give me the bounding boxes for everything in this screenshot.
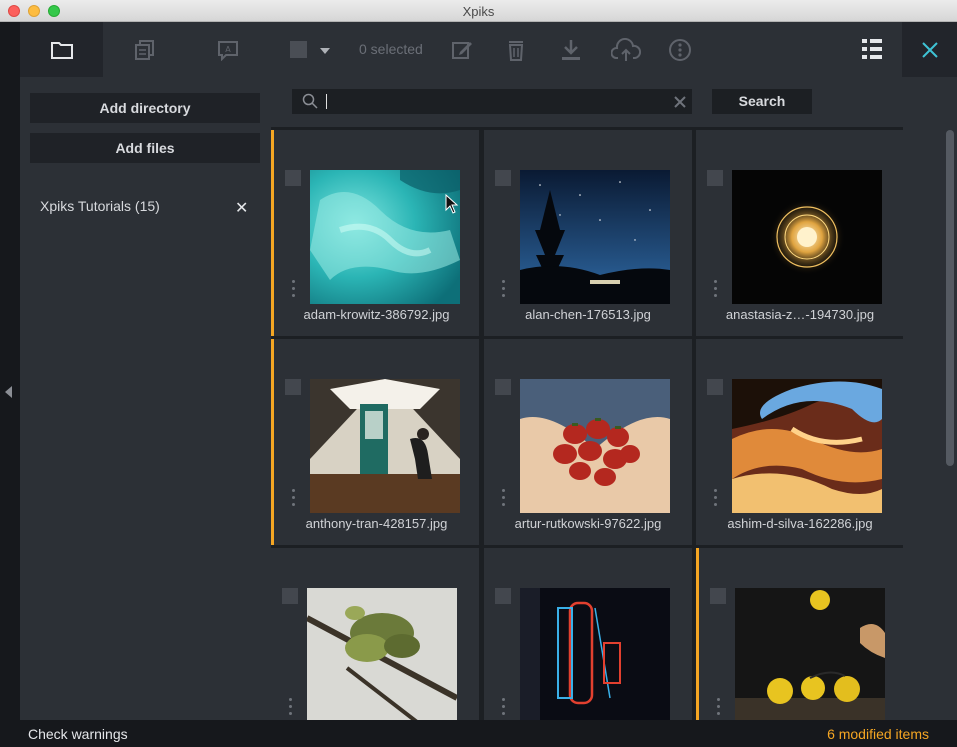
- grid-item[interactable]: [696, 548, 903, 720]
- thumbnail-image: [310, 379, 460, 513]
- thumbnail-image: [732, 379, 882, 513]
- folder-icon: [50, 41, 73, 59]
- expand-left-arrow-icon[interactable]: [5, 386, 12, 398]
- delete-button[interactable]: [504, 38, 528, 62]
- checkbox-icon: [290, 41, 330, 58]
- check-warnings-link[interactable]: Check warnings: [28, 726, 128, 742]
- item-menu-icon[interactable]: [289, 698, 293, 718]
- item-checkbox[interactable]: [282, 588, 298, 604]
- grid-item[interactable]: [271, 548, 479, 720]
- add-files-button[interactable]: Add files: [30, 133, 260, 163]
- search-icon: [302, 93, 318, 109]
- thumbnail-image: [307, 588, 457, 720]
- select-all-checkbox[interactable]: [290, 40, 330, 64]
- edit-button[interactable]: [450, 38, 474, 62]
- item-filename: adam-krowitz-386792.jpg: [303, 307, 450, 322]
- files-icon: [134, 39, 154, 60]
- item-filename: ashim-d-silva-162286.jpg: [727, 516, 873, 531]
- item-checkbox[interactable]: [707, 170, 723, 186]
- item-menu-icon[interactable]: [502, 698, 506, 718]
- mouse-cursor-icon: [445, 194, 459, 214]
- download-button[interactable]: [559, 38, 583, 62]
- text-caret: [326, 94, 327, 109]
- grid-item[interactable]: anthony-tran-428157.jpg: [271, 339, 479, 545]
- item-menu-icon[interactable]: [292, 489, 296, 509]
- item-menu-icon[interactable]: [292, 280, 296, 300]
- thumbnail-image: [735, 588, 885, 720]
- item-checkbox[interactable]: [710, 588, 726, 604]
- close-panel-button[interactable]: [921, 41, 939, 59]
- list-view-icon: [862, 39, 882, 59]
- grid-item[interactable]: ashim-d-silva-162286.jpg: [696, 339, 903, 545]
- sidebar-item-directory[interactable]: Xpiks Tutorials (15): [40, 198, 160, 214]
- grid-item[interactable]: anastasia-z…-194730.jpg: [696, 130, 903, 336]
- more-icon: [669, 39, 691, 61]
- window-title: Xpiks: [462, 4, 495, 19]
- add-directory-button[interactable]: Add directory: [30, 93, 260, 123]
- clear-search-icon[interactable]: [674, 96, 686, 108]
- app-window: Xpiks A 0 selected Add directory Add fil…: [0, 0, 957, 747]
- selection-count: 0 selected: [359, 41, 423, 57]
- thumbnail-image: [520, 170, 670, 304]
- tab-directories[interactable]: [20, 22, 103, 77]
- item-menu-icon[interactable]: [714, 489, 718, 509]
- modified-items-link[interactable]: 6 modified items: [827, 726, 929, 742]
- item-filename: anastasia-z…-194730.jpg: [725, 307, 875, 322]
- left-collapse-strip: [0, 22, 20, 720]
- toolbar: A 0 selected: [20, 22, 902, 77]
- search-input[interactable]: [292, 89, 692, 114]
- item-menu-icon[interactable]: [714, 280, 718, 300]
- upload-icon: [611, 38, 641, 61]
- grid-item[interactable]: adam-krowitz-386792.jpg: [271, 130, 479, 336]
- item-checkbox[interactable]: [285, 379, 301, 395]
- item-filename: anthony-tran-428157.jpg: [305, 516, 448, 531]
- thumbnail-image: [310, 170, 460, 304]
- close-panel: [902, 22, 957, 77]
- remove-directory-icon[interactable]: ✕: [235, 198, 248, 218]
- grid-item[interactable]: alan-chen-176513.jpg: [484, 130, 692, 336]
- item-checkbox[interactable]: [707, 379, 723, 395]
- search-button[interactable]: Search: [712, 89, 812, 114]
- thumbnail-image: [520, 588, 670, 720]
- item-menu-icon[interactable]: [502, 280, 506, 300]
- thumbnail-image: [732, 170, 882, 304]
- item-checkbox[interactable]: [285, 170, 301, 186]
- keywords-icon: A: [217, 40, 238, 61]
- grid-item[interactable]: artur-rutkowski-97622.jpg: [484, 339, 692, 545]
- image-grid: adam-krowitz-386792.jpg alan-chen-176513…: [271, 127, 903, 720]
- search-bar: Search: [271, 77, 957, 127]
- svg-text:A: A: [225, 45, 231, 54]
- item-checkbox[interactable]: [495, 170, 511, 186]
- item-filename: artur-rutkowski-97622.jpg: [514, 516, 662, 531]
- upload-button[interactable]: [611, 38, 641, 62]
- edit-icon: [452, 42, 472, 59]
- thumbnail-image: [520, 379, 670, 513]
- title-bar: Xpiks: [0, 0, 957, 22]
- more-button[interactable]: [668, 38, 692, 62]
- item-menu-icon[interactable]: [502, 489, 506, 509]
- status-bar: Check warnings 6 modified items: [0, 720, 957, 747]
- item-checkbox[interactable]: [495, 588, 511, 604]
- grid-item[interactable]: [484, 548, 692, 720]
- item-checkbox[interactable]: [495, 379, 511, 395]
- item-filename: alan-chen-176513.jpg: [525, 307, 651, 322]
- item-menu-icon[interactable]: [717, 698, 721, 718]
- download-icon: [562, 40, 580, 60]
- sidebar: Add directory Add files Xpiks Tutorials …: [20, 77, 271, 720]
- delete-icon: [508, 41, 524, 61]
- tab-keywords[interactable]: A: [186, 22, 269, 77]
- list-view-button[interactable]: [861, 38, 885, 62]
- scrollbar-thumb[interactable]: [946, 130, 954, 466]
- tab-files[interactable]: [103, 22, 186, 77]
- close-icon: [922, 42, 938, 58]
